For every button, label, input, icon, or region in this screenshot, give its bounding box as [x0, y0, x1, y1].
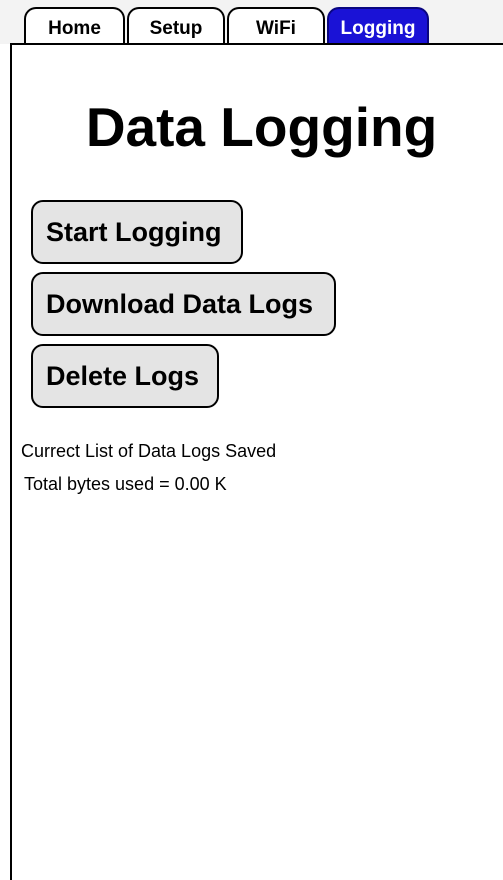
page-title: Data Logging: [85, 96, 438, 158]
total-bytes-used: Total bytes used = 0.00 K: [24, 474, 227, 494]
tab-setup[interactable]: Setup: [127, 7, 225, 44]
page: Home Setup WiFi Logging Data Logging Sta…: [0, 0, 503, 880]
download-data-logs-button[interactable]: Download Data Logs: [31, 272, 336, 336]
tab-logging[interactable]: Logging: [327, 7, 429, 44]
tab-wifi[interactable]: WiFi: [227, 7, 325, 44]
data-logs-list-label: Currect List of Data Logs Saved: [21, 441, 277, 461]
tab-list: Home Setup WiFi Logging: [24, 7, 431, 44]
tab-bar: Home Setup WiFi Logging: [0, 0, 503, 44]
start-logging-button[interactable]: Start Logging: [31, 200, 243, 264]
delete-logs-button[interactable]: Delete Logs: [31, 344, 219, 408]
tab-home[interactable]: Home: [24, 7, 125, 44]
